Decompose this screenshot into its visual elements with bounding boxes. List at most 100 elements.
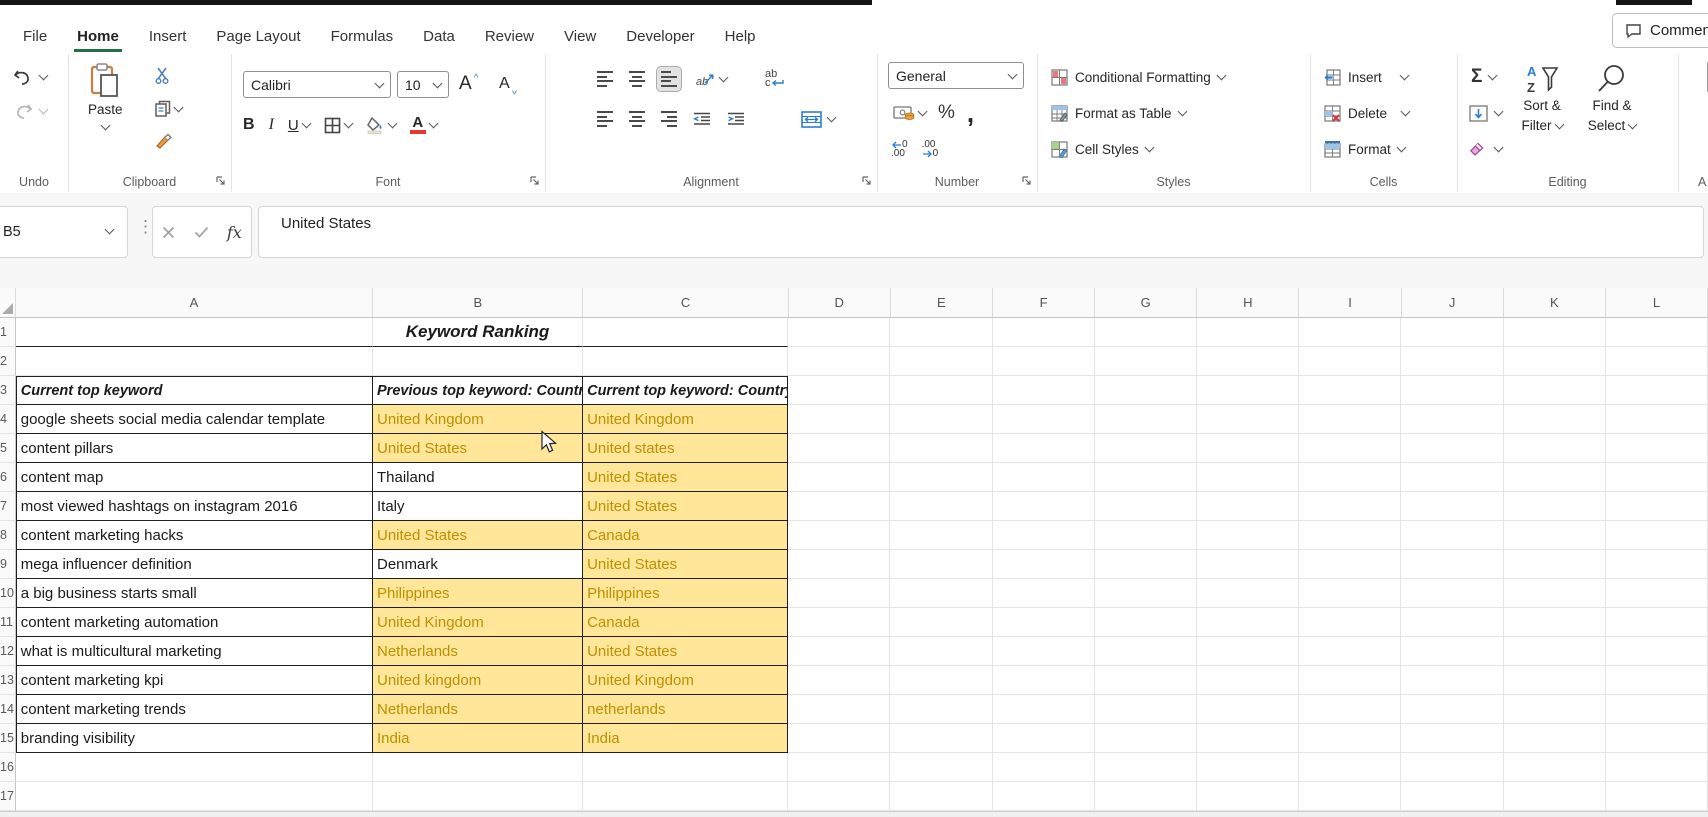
cell[interactable]: [583, 318, 788, 347]
cell[interactable]: [1095, 434, 1197, 463]
previous-country-cell[interactable]: Netherlands: [373, 695, 583, 724]
center-button[interactable]: [625, 107, 649, 131]
cell[interactable]: [1606, 463, 1708, 492]
cell[interactable]: [1504, 782, 1606, 811]
format-cells-button[interactable]: Format: [1324, 136, 1405, 162]
cell[interactable]: [1197, 521, 1299, 550]
column-header-J[interactable]: J: [1402, 288, 1504, 318]
align-right-button[interactable]: [657, 107, 681, 131]
current-country-cell[interactable]: United Kingdom: [583, 666, 788, 695]
row-header-15[interactable]: 15: [0, 724, 16, 753]
tab-help[interactable]: Help: [710, 22, 771, 54]
column-header-C[interactable]: C: [583, 288, 788, 318]
cell[interactable]: [993, 463, 1095, 492]
cell[interactable]: [1606, 724, 1708, 753]
cell[interactable]: [1095, 376, 1197, 405]
previous-country-cell[interactable]: Philippines: [373, 579, 583, 608]
cell[interactable]: [1504, 753, 1606, 782]
row-header-14[interactable]: 14: [0, 695, 16, 724]
cell[interactable]: [993, 318, 1095, 347]
cell[interactable]: [1401, 318, 1503, 347]
cell[interactable]: [1095, 695, 1197, 724]
keyword-cell[interactable]: branding visibility: [16, 724, 373, 753]
cell-styles-button[interactable]: Cell Styles: [1051, 136, 1153, 162]
insert-cells-button[interactable]: Insert: [1324, 64, 1408, 90]
cell[interactable]: [890, 434, 992, 463]
row-header-8[interactable]: 8: [0, 521, 16, 550]
cell[interactable]: [1606, 347, 1708, 376]
cell[interactable]: [1095, 753, 1197, 782]
decrease-decimal-button[interactable]: .00 0: [922, 140, 939, 158]
cell[interactable]: [1197, 318, 1299, 347]
shrink-font-button[interactable]: A ^: [499, 71, 516, 97]
cell[interactable]: [1401, 637, 1503, 666]
cell[interactable]: [1606, 695, 1708, 724]
cell[interactable]: [788, 318, 890, 347]
tab-review[interactable]: Review: [470, 22, 549, 54]
top-align-button[interactable]: [593, 67, 617, 91]
enter-check-icon[interactable]: [194, 226, 209, 238]
cell[interactable]: [1197, 376, 1299, 405]
row-header-6[interactable]: 6: [0, 463, 16, 492]
select-all-corner[interactable]: [0, 288, 16, 318]
cell[interactable]: [1197, 666, 1299, 695]
alignment-dialog-launcher[interactable]: [861, 175, 872, 186]
grow-font-button[interactable]: A ^: [459, 71, 478, 97]
current-country-cell[interactable]: Canada: [583, 608, 788, 637]
cell[interactable]: [16, 318, 373, 347]
cell[interactable]: [993, 753, 1095, 782]
current-country-cell[interactable]: United states: [583, 434, 788, 463]
cell[interactable]: [1504, 608, 1606, 637]
cell[interactable]: [1606, 608, 1708, 637]
fill-color-button[interactable]: [366, 116, 396, 134]
previous-country-cell[interactable]: India: [373, 724, 583, 753]
column-header-H[interactable]: H: [1197, 288, 1299, 318]
cell[interactable]: [788, 695, 890, 724]
cell[interactable]: [1095, 782, 1197, 811]
italic-button[interactable]: I: [269, 116, 274, 134]
row-header-9[interactable]: 9: [0, 550, 16, 579]
cell[interactable]: [1299, 753, 1401, 782]
cell[interactable]: [1299, 521, 1401, 550]
analyze-data-button[interactable]: A: [1692, 62, 1708, 114]
current-country-cell[interactable]: netherlands: [583, 695, 788, 724]
cell[interactable]: [1095, 550, 1197, 579]
merge-center-button[interactable]: [801, 111, 835, 128]
row-header-17[interactable]: 17: [0, 782, 16, 811]
row-header-7[interactable]: 7: [0, 492, 16, 521]
cell[interactable]: [788, 463, 890, 492]
column-header-G[interactable]: G: [1095, 288, 1197, 318]
cell[interactable]: [890, 376, 992, 405]
cell[interactable]: [788, 608, 890, 637]
cell[interactable]: [1504, 695, 1606, 724]
current-country-cell[interactable]: United States: [583, 550, 788, 579]
cell[interactable]: [373, 782, 583, 811]
cell[interactable]: [1504, 550, 1606, 579]
cell[interactable]: [993, 782, 1095, 811]
cell[interactable]: [788, 724, 890, 753]
cell[interactable]: [1504, 521, 1606, 550]
column-header-E[interactable]: E: [891, 288, 993, 318]
keyword-cell[interactable]: content marketing automation: [16, 608, 373, 637]
cell[interactable]: [890, 318, 992, 347]
cell[interactable]: [1606, 666, 1708, 695]
cell[interactable]: [993, 405, 1095, 434]
cell[interactable]: [1401, 695, 1503, 724]
cell[interactable]: [788, 434, 890, 463]
tab-insert[interactable]: Insert: [134, 22, 202, 54]
cell[interactable]: [1504, 434, 1606, 463]
row-header-10[interactable]: 10: [0, 579, 16, 608]
borders-button[interactable]: [324, 117, 352, 134]
keyword-cell[interactable]: content marketing hacks: [16, 521, 373, 550]
cell[interactable]: [1504, 347, 1606, 376]
row-header-3[interactable]: 3: [0, 376, 16, 405]
cell[interactable]: [1197, 724, 1299, 753]
bold-button[interactable]: B: [243, 116, 255, 134]
cell[interactable]: [993, 492, 1095, 521]
cell[interactable]: [1606, 550, 1708, 579]
cell[interactable]: [993, 550, 1095, 579]
find-select-button[interactable]: Find & Select: [1579, 62, 1645, 136]
cell[interactable]: [1095, 579, 1197, 608]
format-as-table-button[interactable]: Format as Table: [1051, 100, 1186, 126]
copy-button[interactable]: [154, 99, 182, 118]
